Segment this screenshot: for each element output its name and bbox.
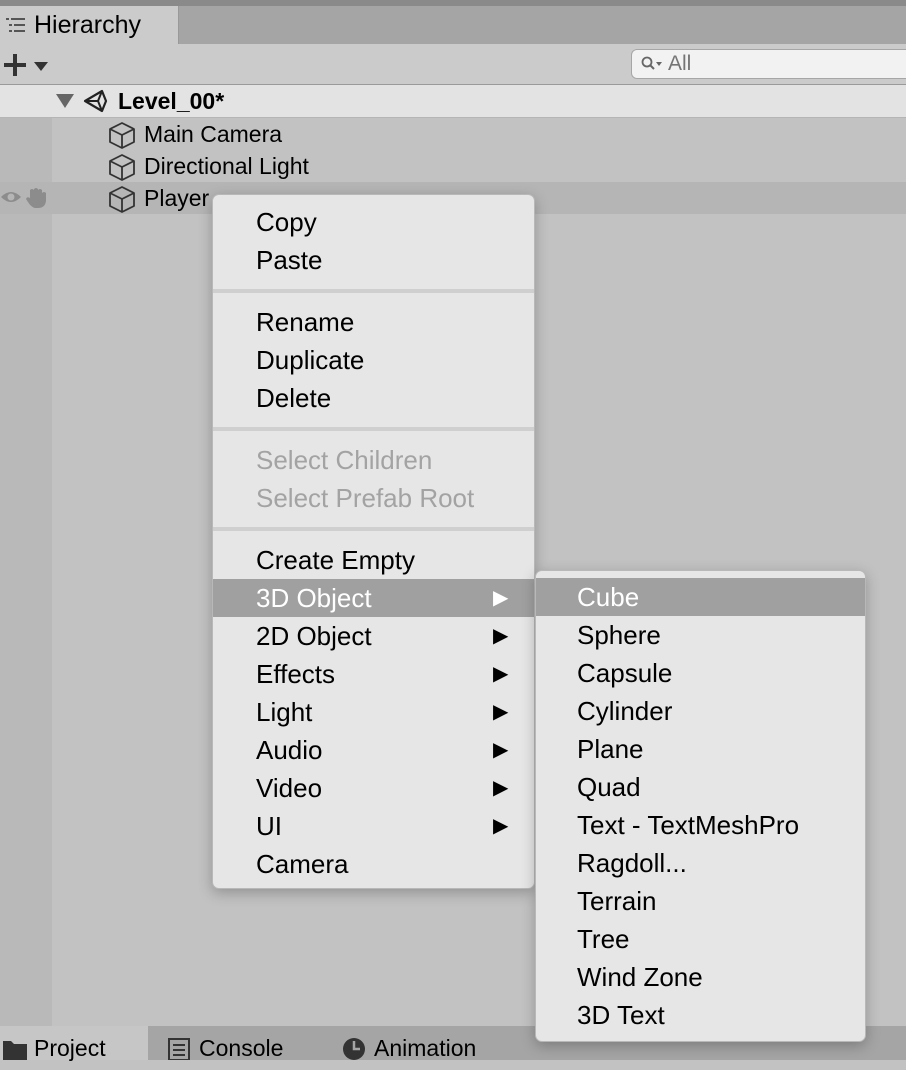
submenu-item-wind-zone[interactable]: Wind Zone [536,958,865,996]
tab-hierarchy[interactable]: Hierarchy [0,6,179,44]
plus-icon [2,52,28,83]
console-icon [168,1038,190,1065]
menu-item-copy[interactable]: Copy [213,203,534,241]
submenu-arrow-icon: ▶ [493,739,509,761]
submenu-3d-object: Cube Sphere Capsule Cylinder Plane Quad … [535,570,866,1042]
search-field[interactable] [631,49,906,79]
pickable-hand-icon[interactable] [24,186,50,215]
foldout-expanded-icon[interactable] [56,94,74,113]
submenu-item-cylinder[interactable]: Cylinder [536,692,865,730]
folder-icon [2,1038,28,1065]
create-dropdown-button[interactable] [2,52,50,78]
search-icon [641,56,663,77]
menu-separator [213,527,534,531]
submenu-arrow-icon: ▶ [493,777,509,799]
cube-icon [108,185,136,218]
tab-label: Console [199,1035,284,1061]
submenu-item-3d-text[interactable]: 3D Text [536,996,865,1034]
submenu-item-sphere[interactable]: Sphere [536,616,865,654]
tab-label: Project [34,1035,106,1061]
tab-label: Hierarchy [34,11,141,39]
object-name: Main Camera [144,121,283,147]
menu-item-light[interactable]: Light ▶ [213,693,534,731]
tab-console[interactable]: Console [160,1026,320,1061]
menu-item-select-children: Select Children [256,445,433,475]
tab-animation[interactable]: Animation [334,1026,514,1061]
menu-item-3d-object[interactable]: 3D Object ▶ [213,579,534,617]
scene-row-level-00[interactable]: Level_00* [0,85,906,118]
context-menu: Copy Paste Rename Duplicate Delete Selec… [212,194,535,889]
menu-separator [213,427,534,431]
submenu-arrow-icon: ▶ [493,625,509,647]
tab-project[interactable]: Project [0,1026,148,1061]
menu-item-2d-object[interactable]: 2D Object ▶ [213,617,534,655]
menu-item-video[interactable]: Video ▶ [213,769,534,807]
submenu-item-capsule[interactable]: Capsule [536,654,865,692]
unity-logo-icon [82,89,108,118]
submenu-item-cube[interactable]: Cube [536,578,865,616]
clock-icon [342,1037,366,1066]
caret-down-icon [34,59,48,77]
search-input[interactable] [668,50,906,78]
menu-item-rename[interactable]: Rename [213,303,534,341]
menu-separator [213,289,534,293]
menu-item-duplicate[interactable]: Duplicate [213,341,534,379]
submenu-arrow-icon: ▶ [493,663,509,685]
menu-item-camera[interactable]: Camera [213,845,534,883]
eye-icon[interactable] [0,189,22,210]
submenu-item-quad[interactable]: Quad [536,768,865,806]
hierarchy-item-main-camera[interactable]: Main Camera [0,118,906,150]
menu-item-select-prefab-root: Select Prefab Root [256,483,475,513]
object-name: Player [144,185,210,211]
submenu-item-tree[interactable]: Tree [536,920,865,958]
hierarchy-item-directional-light[interactable]: Directional Light [0,150,906,182]
submenu-arrow-icon: ▶ [493,815,509,837]
submenu-item-plane[interactable]: Plane [536,730,865,768]
scene-name: Level_00* [118,88,225,114]
menu-item-effects[interactable]: Effects ▶ [213,655,534,693]
menu-item-ui[interactable]: UI ▶ [213,807,534,845]
submenu-item-ragdoll[interactable]: Ragdoll... [536,844,865,882]
hierarchy-list-icon [6,17,26,40]
submenu-item-text-textmeshpro[interactable]: Text - TextMeshPro [536,806,865,844]
submenu-item-terrain[interactable]: Terrain [536,882,865,920]
object-name: Directional Light [144,153,309,179]
submenu-arrow-icon: ▶ [493,701,509,723]
menu-item-paste[interactable]: Paste [213,241,534,279]
menu-item-create-empty[interactable]: Create Empty [213,541,534,579]
submenu-arrow-icon: ▶ [493,587,509,609]
menu-item-delete[interactable]: Delete [213,379,534,417]
menu-item-audio[interactable]: Audio ▶ [213,731,534,769]
tab-label: Animation [374,1035,477,1061]
visibility-gutter [0,118,52,1026]
